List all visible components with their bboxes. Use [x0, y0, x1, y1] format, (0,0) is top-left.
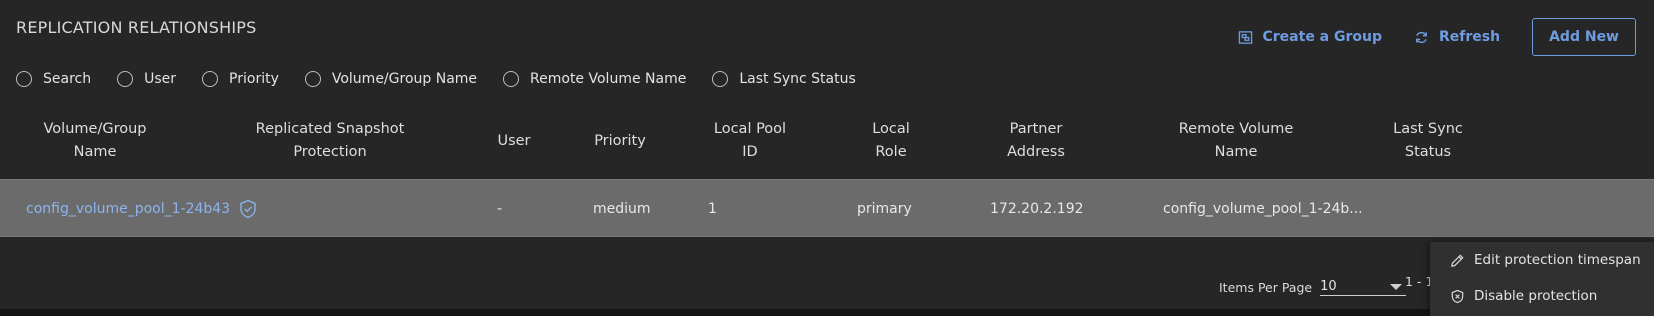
local-role-cell: primary — [857, 201, 912, 217]
radio-circle — [117, 71, 134, 87]
filter-label: Priority — [229, 71, 279, 87]
caret-down-icon — [1390, 283, 1403, 290]
add-new-button[interactable]: Add New — [1532, 18, 1636, 56]
create-group-label: Create a Group — [1262, 29, 1383, 45]
volume-name-link[interactable]: config_volume_pool_1-24b43 — [26, 180, 257, 238]
filter-last-sync-status-radio[interactable]: Last Sync Status — [712, 71, 856, 87]
column-header-replicated-snapshot-protection[interactable]: Replicated Snapshot Protection — [240, 116, 420, 166]
header-line: Name — [73, 144, 117, 160]
menu-item-label: Disable protection — [1474, 288, 1598, 304]
filter-search-radio[interactable]: Search — [16, 71, 91, 87]
refresh-icon — [1416, 31, 1427, 43]
header-line: Local — [872, 121, 910, 137]
page-title: REPLICATION RELATIONSHIPS — [16, 18, 257, 37]
table-header: Volume/Group Name Replicated Snapshot Prot… — [0, 116, 1654, 178]
filter-label: Volume/Group Name — [331, 71, 478, 87]
radio-circle — [202, 71, 219, 87]
column-header-last-sync-status[interactable]: Last Sync Status — [1378, 116, 1478, 166]
header-line: Protection — [293, 144, 367, 160]
filter-label: Last Sync Status — [739, 71, 856, 87]
filter-radio-group: Search User Priority Volume/Group Name R… — [16, 71, 882, 87]
filter-label: Search — [43, 71, 92, 87]
radio-circle — [16, 71, 32, 87]
table-footer — [0, 237, 1654, 309]
header-line: Role — [875, 144, 907, 160]
header-line: Local Pool — [713, 121, 787, 137]
filter-priority-radio[interactable]: Priority — [202, 71, 279, 87]
filter-remote-volume-name-radio[interactable]: Remote Volume Name — [503, 71, 686, 87]
header-line: User — [497, 132, 531, 149]
menu-item-label: Edit protection timespan — [1474, 252, 1641, 268]
user-cell: - — [497, 201, 503, 217]
column-header-user[interactable]: User — [484, 116, 544, 166]
remote-volume-name-cell: config_volume_pool_1-24b... — [1163, 201, 1363, 217]
column-header-local-pool-id[interactable]: Local Pool ID — [700, 116, 800, 166]
group-icon — [1238, 30, 1252, 44]
header-line: Partner — [1009, 121, 1063, 137]
toolbar: Create a Group Refresh Add New — [1238, 18, 1636, 56]
column-header-priority[interactable]: Priority — [580, 116, 660, 166]
column-header-remote-volume-name[interactable]: Remote Volume Name — [1166, 116, 1306, 166]
filter-volume-group-name-radio[interactable]: Volume/Group Name — [304, 71, 478, 87]
filter-label: Remote Volume Name — [530, 71, 687, 87]
column-header-local-role[interactable]: Local Role — [851, 116, 931, 166]
header-line: Last Sync — [1393, 121, 1463, 137]
table-row[interactable]: config_volume_pool_1-24b43 - medium 1 pr… — [0, 179, 1654, 237]
radio-circle — [712, 71, 729, 87]
create-group-button[interactable]: Create a Group — [1238, 18, 1383, 56]
header-line: Remote Volume — [1178, 121, 1294, 137]
disable-protection-menu-item[interactable]: Disable protection — [1430, 278, 1654, 314]
header-line: Status — [1404, 144, 1452, 160]
items-per-page-value: 10 — [1320, 279, 1337, 294]
filter-label: User — [144, 71, 177, 87]
header-line: ID — [742, 144, 758, 160]
refresh-label: Refresh — [1439, 29, 1501, 45]
header-line: Priority — [594, 132, 646, 149]
edit-protection-timespan-menu-item[interactable]: Edit protection timespan — [1430, 242, 1654, 278]
column-header-volume-group-name[interactable]: Volume/Group Name — [20, 116, 170, 166]
radio-circle — [503, 71, 520, 87]
items-per-page: Items Per Page 10 — [1219, 279, 1407, 296]
volume-name-text: config_volume_pool_1-24b43 — [26, 201, 231, 217]
items-per-page-label: Items Per Page — [1219, 280, 1313, 295]
shield-x-icon — [1451, 289, 1464, 303]
header-line: Name — [1214, 144, 1258, 160]
bottom-divider — [0, 309, 1654, 316]
column-header-partner-address[interactable]: Partner Address — [986, 116, 1086, 166]
row-context-menu: Edit protection timespan Disable protect… — [1430, 242, 1654, 316]
header-line: Address — [1007, 144, 1065, 160]
radio-circle — [304, 71, 321, 87]
header-line: Volume/Group — [43, 121, 147, 137]
filter-user-radio[interactable]: User — [117, 71, 176, 87]
local-pool-id-cell: 1 — [708, 201, 717, 217]
items-per-page-select[interactable]: 10 — [1320, 279, 1407, 296]
header-line: Replicated Snapshot — [255, 121, 405, 137]
shield-check-icon[interactable] — [239, 199, 257, 219]
partner-address-cell: 172.20.2.192 — [990, 201, 1084, 217]
priority-cell: medium — [593, 201, 651, 217]
pencil-icon — [1451, 253, 1464, 267]
refresh-button[interactable]: Refresh — [1414, 18, 1500, 56]
